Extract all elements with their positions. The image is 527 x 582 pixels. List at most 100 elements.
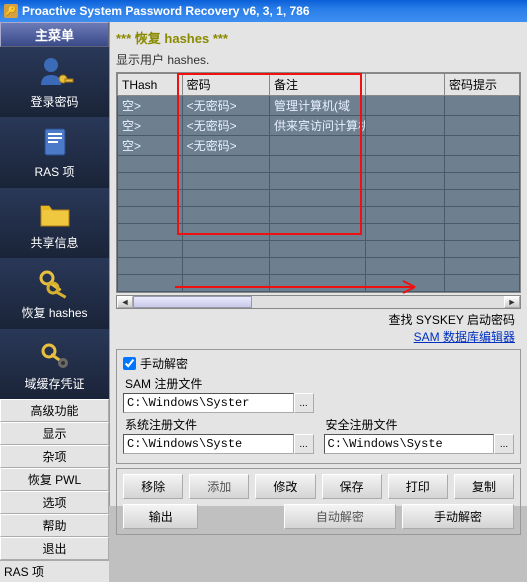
table-cell: [118, 207, 183, 224]
folder-icon: [35, 196, 75, 232]
table-cell: [182, 207, 269, 224]
sam-browse-button[interactable]: ...: [294, 393, 314, 413]
table-cell: [270, 190, 366, 207]
table-row[interactable]: 空><无密码>: [118, 136, 520, 156]
table-cell: [270, 241, 366, 258]
sys-browse-button[interactable]: ...: [294, 434, 314, 454]
table-cell: [270, 275, 366, 292]
table-cell: [365, 156, 444, 173]
sidebar-btn-exit[interactable]: 退出: [0, 537, 109, 560]
scroll-track[interactable]: [133, 296, 504, 308]
page-title: *** 恢复 hashes ***: [116, 26, 521, 49]
th-hint[interactable]: 密码提示: [444, 74, 519, 96]
table-cell: <无密码>: [182, 136, 269, 156]
footer-label: RAS 项: [0, 560, 109, 582]
table-cell: [444, 156, 519, 173]
table-row[interactable]: 空><无密码>管理计算机(域: [118, 96, 520, 116]
table-cell: [365, 241, 444, 258]
scroll-thumb[interactable]: [133, 296, 252, 308]
print-button[interactable]: 打印: [388, 474, 448, 499]
sidebar-item-login-password[interactable]: 登录密码: [0, 47, 109, 117]
remove-button[interactable]: 移除: [123, 474, 183, 499]
table-cell: [182, 224, 269, 241]
sidebar-item-recover-hashes[interactable]: 恢复 hashes: [0, 258, 109, 328]
save-button[interactable]: 保存: [322, 474, 382, 499]
manual-decrypt-button[interactable]: 手动解密: [402, 504, 514, 529]
table-cell: [444, 173, 519, 190]
safe-browse-button[interactable]: ...: [494, 434, 514, 454]
table-cell: 空>: [118, 136, 183, 156]
content-area: *** 恢复 hashes *** 显示用户 hashes. THash 密码 …: [110, 22, 527, 506]
manual-decrypt-checkbox[interactable]: [123, 357, 136, 370]
output-button[interactable]: 输出: [123, 504, 198, 529]
table-row[interactable]: [118, 224, 520, 241]
table-cell: <无密码>: [182, 96, 269, 116]
sys-reg-label: 系统注册文件: [125, 416, 314, 433]
table-cell: [365, 275, 444, 292]
safe-path-input[interactable]: [324, 434, 495, 454]
sidebar-item-share-info[interactable]: 共享信息: [0, 188, 109, 258]
hash-table[interactable]: THash 密码 备注 密码提示 空><无密码>管理计算机(域空><无密码>供来…: [117, 73, 520, 292]
sidebar-item-domain-cache[interactable]: 域缓存凭证: [0, 329, 109, 399]
th-note[interactable]: 备注: [270, 74, 366, 96]
keys-icon: [35, 266, 75, 302]
manual-decrypt-label: 手动解密: [140, 355, 188, 372]
table-cell: [444, 224, 519, 241]
sys-path-input[interactable]: [123, 434, 294, 454]
table-row[interactable]: 空><无密码>供来宾访问计算机: [118, 116, 520, 136]
sidebar-btn-misc[interactable]: 杂项: [0, 445, 109, 468]
table-row[interactable]: [118, 173, 520, 190]
table-row[interactable]: [118, 241, 520, 258]
table-cell: [118, 224, 183, 241]
table-cell: [444, 96, 519, 116]
modify-button[interactable]: 修改: [255, 474, 315, 499]
link-line: 查找 SYSKEY 启动密码 SAM 数据库编辑器: [116, 309, 521, 347]
th-thash[interactable]: THash: [118, 74, 183, 96]
add-button[interactable]: 添加: [189, 474, 249, 499]
user-key-icon: [35, 55, 75, 91]
sidebar-btn-recover-pwl[interactable]: 恢复 PWL: [0, 468, 109, 491]
table-cell: [365, 224, 444, 241]
table-cell: 供来宾访问计算机: [270, 116, 366, 136]
table-row[interactable]: [118, 156, 520, 173]
table-row[interactable]: [118, 190, 520, 207]
safe-reg-label: 安全注册文件: [326, 416, 515, 433]
table-cell: [365, 173, 444, 190]
scroll-right-icon[interactable]: ►: [504, 296, 520, 308]
scroll-left-icon[interactable]: ◄: [117, 296, 133, 308]
titlebar: 🔑 Proactive System Password Recovery v6,…: [0, 0, 527, 22]
table-cell: [365, 207, 444, 224]
sidebar-btn-advanced[interactable]: 高级功能: [0, 399, 109, 422]
table-row[interactable]: [118, 275, 520, 292]
table-cell: [444, 116, 519, 136]
table-cell: [118, 258, 183, 275]
copy-button[interactable]: 复制: [454, 474, 514, 499]
table-row[interactable]: [118, 207, 520, 224]
sidebar-item-ras[interactable]: RAS 项: [0, 117, 109, 187]
sidebar-btn-display[interactable]: 显示: [0, 422, 109, 445]
table-cell: [444, 258, 519, 275]
table-cell: [444, 136, 519, 156]
th-blank[interactable]: [365, 74, 444, 96]
table-row[interactable]: [118, 258, 520, 275]
table-cell: [182, 275, 269, 292]
sidebar-btn-options[interactable]: 选项: [0, 491, 109, 514]
table-cell: 管理计算机(域: [270, 96, 366, 116]
table-cell: [270, 207, 366, 224]
auto-decrypt-button[interactable]: 自动解密: [284, 504, 396, 529]
sidebar: 主菜单 登录密码 RAS 项 共享信息 恢复 hashes 域缓存凭证 高级功能…: [0, 22, 110, 506]
button-bar: 移除 添加 修改 保存 打印 复制 输出 自动解密 手动解密: [116, 468, 521, 535]
table-cell: [444, 190, 519, 207]
sam-editor-link[interactable]: SAM 数据库编辑器: [414, 330, 515, 344]
table-cell: [365, 190, 444, 207]
table-cell: [270, 173, 366, 190]
table-cell: [118, 275, 183, 292]
decrypt-panel: 手动解密 SAM 注册文件 ... 系统注册文件 ...: [116, 349, 521, 464]
sidebar-btn-help[interactable]: 帮助: [0, 514, 109, 537]
sam-path-input[interactable]: [123, 393, 294, 413]
table-cell: [444, 275, 519, 292]
horizontal-scrollbar[interactable]: ◄ ►: [116, 295, 521, 309]
th-password[interactable]: 密码: [182, 74, 269, 96]
key-gear-icon: [35, 337, 75, 373]
app-icon: 🔑: [4, 4, 18, 18]
